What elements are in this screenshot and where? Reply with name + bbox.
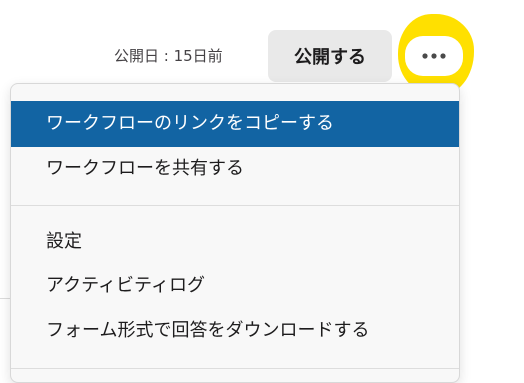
- menu-item-activity-log[interactable]: アクティビティログ: [11, 266, 459, 306]
- ellipsis-icon: [421, 52, 447, 60]
- menu-divider: [11, 368, 459, 369]
- menu-item-copy-workflow-link[interactable]: ワークフローのリンクをコピーする: [11, 101, 459, 147]
- published-date-label: 公開日 : 15日前: [114, 47, 223, 65]
- background-divider: [0, 298, 10, 299]
- publish-button[interactable]: 公開する: [268, 30, 392, 82]
- menu-divider: [11, 205, 459, 206]
- menu-item-share-workflow[interactable]: ワークフローを共有する: [11, 147, 459, 191]
- more-actions-button[interactable]: [405, 36, 463, 76]
- more-actions-menu: ワークフローのリンクをコピーする ワークフローを共有する 設定 アクティビティロ…: [10, 83, 460, 383]
- menu-item-settings[interactable]: 設定: [11, 222, 459, 262]
- menu-item-download-responses-form[interactable]: フォーム形式で回答をダウンロードする: [11, 311, 459, 351]
